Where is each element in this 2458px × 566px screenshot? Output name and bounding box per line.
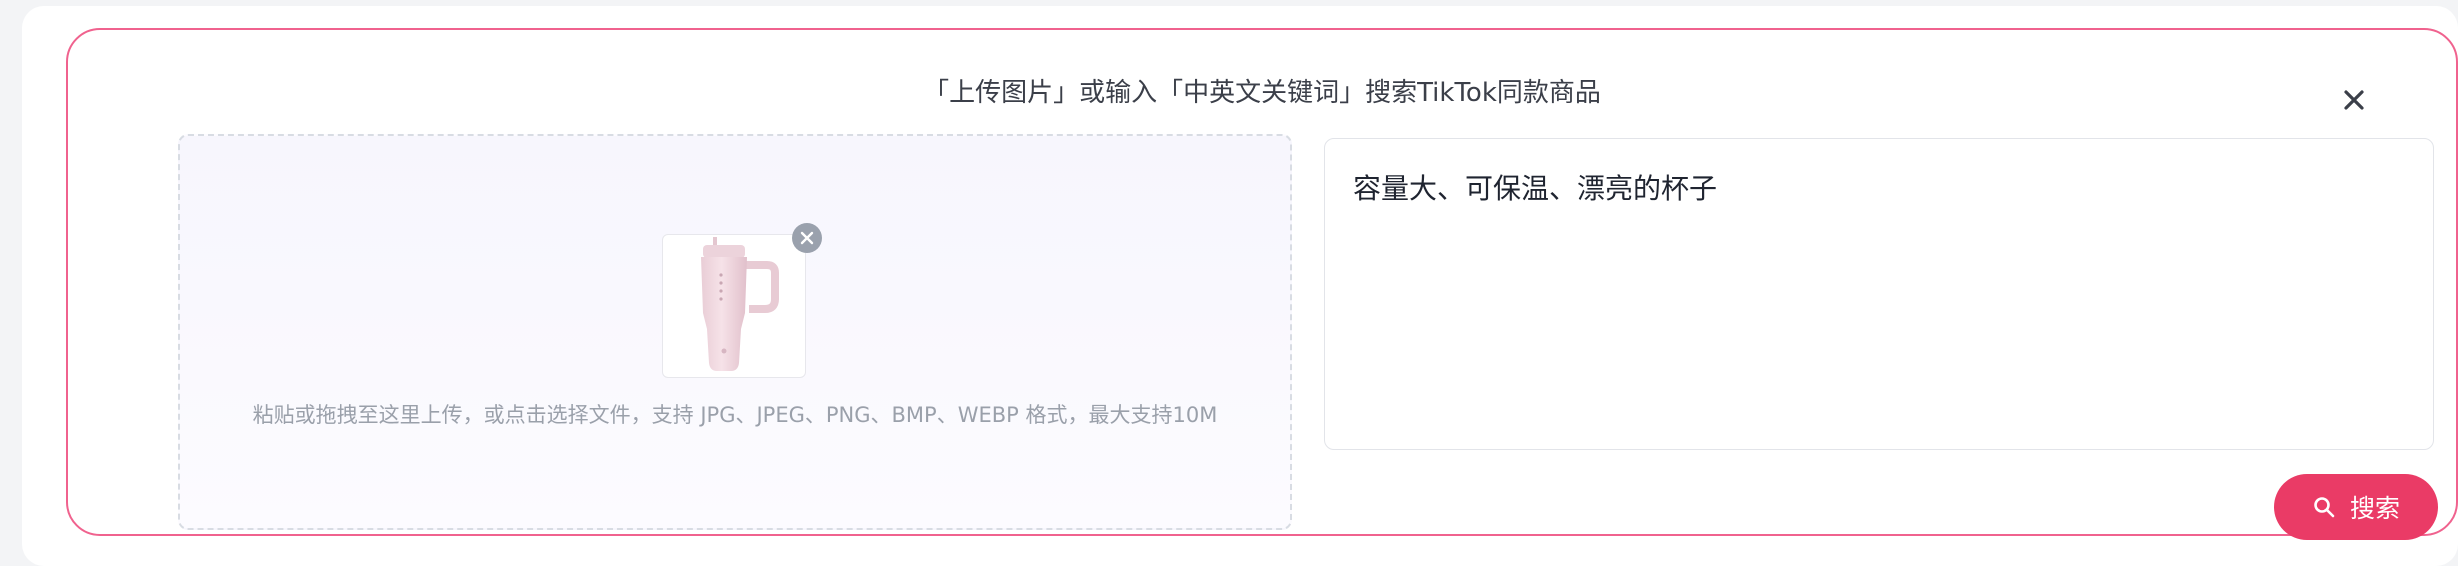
keyword-input[interactable]: 容量大、可保温、漂亮的杯子 bbox=[1324, 138, 2434, 450]
image-keyword-search-panel: 「上传图片」或输入「中英文关键词」搜索TikTok同款商品 粘贴或拖拽至这里上传… bbox=[66, 28, 2458, 540]
close-button[interactable] bbox=[2340, 86, 2368, 114]
upload-hint-text: 粘贴或拖拽至这里上传，或点击选择文件，支持 JPG、JPEG、PNG、BMP、W… bbox=[252, 403, 1218, 427]
search-icon bbox=[2314, 497, 2335, 518]
remove-image-icon bbox=[800, 231, 814, 245]
search-button-label: 搜索 bbox=[2349, 494, 2400, 523]
close-icon bbox=[2344, 90, 2364, 110]
search-button[interactable]: 搜索 bbox=[2274, 474, 2438, 540]
pink-tumbler-image bbox=[701, 237, 779, 371]
remove-image-button[interactable] bbox=[792, 223, 822, 253]
panel-title: 「上传图片」或输入「中英文关键词」搜索TikTok同款商品 bbox=[923, 78, 1601, 108]
uploaded-image-thumbnail bbox=[662, 234, 806, 378]
